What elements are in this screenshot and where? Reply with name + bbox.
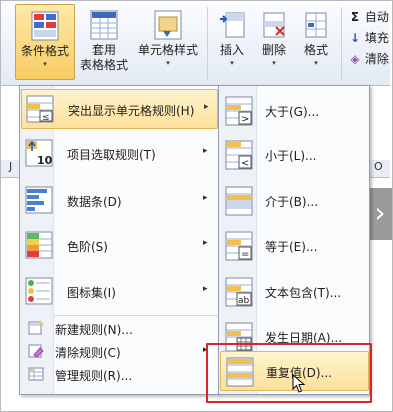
menu-item-data-bars[interactable]: 数据条(D) ▸ (21, 181, 218, 221)
chevron-down-icon: ▾ (230, 59, 234, 67)
menu-item-manage-rules[interactable]: 管理规则(R)... (21, 363, 218, 385)
text-contains-icon: ab (225, 277, 253, 307)
conditional-format-button[interactable]: 条件格式 ▾ (15, 4, 75, 80)
ribbon-separator (341, 7, 342, 81)
ribbon-styles-group: 条件格式 ▾ 套用 表格格式 单元格样式 ▾ 插入 ▾ 删除 ▾ 格式 ▾ Σ … (1, 1, 390, 86)
insert-button[interactable]: 插入 ▾ (211, 4, 253, 80)
submenu-arrow-icon: ▸ (203, 193, 208, 203)
submenu-item-label: 介于(B)... (265, 195, 319, 209)
cell-styles-icon (154, 10, 182, 40)
cell-styles-label: 单元格样式 (137, 43, 198, 57)
menu-separator (54, 315, 218, 316)
submenu-item-less-than[interactable]: < 小于(L)... (220, 135, 369, 175)
between-icon (225, 186, 253, 216)
delete-button[interactable]: 删除 ▾ (253, 4, 295, 80)
autosum-label: 自动 (364, 10, 389, 24)
data-bars-icon (25, 186, 53, 214)
format-as-table-button[interactable]: 套用 表格格式 (75, 4, 133, 80)
submenu-item-text-contains[interactable]: ab 文本包含(T)... (220, 272, 369, 312)
column-header-j[interactable]: J (1, 160, 21, 178)
menu-item-label: 数据条(D) (67, 195, 122, 209)
top-bottom-rules-icon: 10 (25, 139, 53, 167)
fill-down-icon: ↓ (349, 31, 361, 45)
format-as-table-label-2: 表格格式 (79, 58, 128, 72)
equal-symbol: = (241, 249, 249, 260)
submenu-item-label: 等于(E)... (265, 240, 318, 254)
menu-item-color-scales[interactable]: 色阶(S) ▸ (21, 226, 218, 266)
menu-item-icon-sets[interactable]: 图标集(I) ▸ (21, 272, 218, 312)
insert-cells-icon (220, 12, 245, 38)
menu-item-new-rule[interactable]: 新建规则(N)... (21, 317, 218, 339)
submenu-arrow-icon: ▸ (204, 102, 209, 112)
menu-item-label: 新建规则(N)... (55, 323, 133, 337)
submenu-item-label: 小于(L)... (265, 149, 317, 163)
submenu-item-label: 文本包含(T)... (265, 286, 342, 300)
delete-cells-icon (263, 12, 285, 38)
icon-sets-icon (25, 277, 53, 305)
chevron-down-icon: ▾ (43, 60, 47, 68)
submenu-item-between[interactable]: 介于(B)... (220, 181, 369, 221)
format-as-table-icon (90, 10, 118, 40)
format-as-table-label-1: 套用 (91, 43, 116, 57)
cell-styles-button[interactable]: 单元格样式 ▾ (133, 4, 203, 80)
clear-button[interactable]: ◈ 清除 (349, 51, 389, 67)
clear-label: 清除 (364, 52, 389, 66)
column-j-label: J (9, 160, 13, 173)
menu-item-label: 突出显示单元格规则(H) (68, 104, 195, 118)
column-o-label: O (374, 160, 383, 173)
conditional-format-label: 条件格式 (20, 44, 69, 58)
fill-label: 填充 (364, 31, 389, 45)
svg-text:≤: ≤ (42, 113, 50, 123)
menu-item-label: 项目选取规则(T) (67, 148, 156, 162)
menu-item-label: 清除规则(C) (55, 346, 121, 360)
less-than-icon: < (225, 140, 253, 170)
sigma-icon: Σ (350, 10, 360, 24)
column-header-o[interactable]: O (370, 160, 390, 178)
menu-item-top-bottom-rules[interactable]: 10 项目选取规则(T) ▸ (21, 134, 218, 174)
eraser-icon: ◈ (350, 52, 360, 66)
menu-item-clear-rules[interactable]: 清除规则(C) ▸ (21, 340, 218, 362)
conditional-format-menu: ≤ 突出显示单元格规则(H) ▸ 10 项目选取规则(T) ▸ 数据条(D) ▸ (19, 85, 219, 395)
mouse-pointer-icon (292, 374, 306, 393)
submenu-item-label: 大于(G)... (265, 105, 320, 119)
chevron-right-icon[interactable]: › (368, 188, 392, 240)
manage-rules-icon (28, 367, 44, 381)
format-cells-icon (305, 12, 327, 38)
chevron-down-icon: ▾ (166, 59, 170, 67)
new-rule-icon (28, 320, 44, 335)
format-label: 格式 (303, 43, 328, 57)
autosum-button[interactable]: Σ 自动 (349, 9, 389, 25)
submenu-arrow-icon: ▸ (203, 238, 208, 248)
submenu-arrow-icon: ▸ (203, 284, 208, 294)
highlight-annotation-box (206, 343, 372, 403)
submenu-item-equal-to[interactable]: = 等于(E)... (220, 226, 369, 266)
greater-symbol: > (241, 114, 249, 125)
greater-than-icon: > (225, 96, 253, 126)
menu-item-label: 管理规则(R)... (55, 369, 133, 383)
equal-to-icon: = (225, 231, 253, 261)
submenu-item-greater-than[interactable]: > 大于(G)... (220, 91, 369, 131)
submenu-arrow-icon: ▸ (203, 146, 208, 156)
conditional-format-icon (31, 11, 59, 41)
highlight-rules-icon: ≤ (26, 95, 54, 123)
color-scales-icon (25, 231, 53, 259)
delete-label: 删除 (261, 43, 286, 57)
ribbon-separator (207, 7, 208, 81)
ab-symbol: ab (238, 296, 250, 306)
menu-item-label: 图标集(I) (67, 286, 116, 300)
clear-rules-icon (28, 344, 44, 358)
menu-item-highlight-cell-rules[interactable]: ≤ 突出显示单元格规则(H) ▸ (21, 89, 218, 129)
chevron-down-icon: ▾ (272, 59, 276, 67)
chevron-down-icon: ▾ (314, 59, 318, 67)
menu-item-label: 色阶(S) (67, 240, 108, 254)
less-symbol: < (241, 158, 249, 169)
insert-label: 插入 (219, 43, 244, 57)
fill-button[interactable]: ↓ 填充 (349, 30, 389, 46)
top10-text: 10 (37, 154, 53, 167)
format-button[interactable]: 格式 ▾ (295, 4, 337, 80)
